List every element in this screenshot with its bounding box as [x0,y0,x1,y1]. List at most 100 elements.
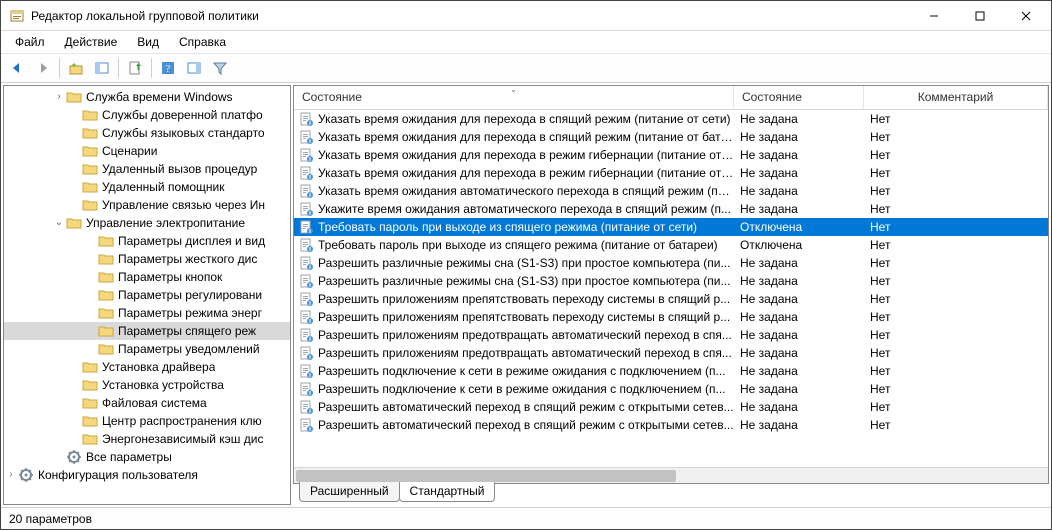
tree-item[interactable]: Установка устройства [4,376,290,394]
show-hide-tree-button[interactable] [90,56,114,80]
policy-name: Разрешить приложениям препятствовать пер… [318,310,730,324]
policy-name: Указать время ожидания для перехода в сп… [318,112,731,126]
tree-item[interactable]: Установка драйвера [4,358,290,376]
menu-action[interactable]: Действие [55,33,128,51]
policy-icon [298,345,314,361]
caret-icon[interactable] [52,218,66,228]
tree-item[interactable]: Параметры регулировани [4,286,290,304]
policy-row[interactable]: Разрешить приложениям предотвращать авто… [294,344,1048,362]
policy-row[interactable]: Указать время ожидания для перехода в сп… [294,128,1048,146]
policy-row[interactable]: Укажите время ожидания автоматического п… [294,200,1048,218]
policy-row[interactable]: Требовать пароль при выходе из спящего р… [294,218,1048,236]
tree-item[interactable]: Параметры уведомлений [4,340,290,358]
tree-item[interactable]: Управление связью через Ин [4,196,290,214]
policy-row[interactable]: Разрешить различные режимы сна (S1-S3) п… [294,254,1048,272]
policy-row[interactable]: Разрешить подключение к сети в режиме ож… [294,380,1048,398]
tree-item[interactable]: Параметры режима энерг [4,304,290,322]
column-name[interactable]: Состояние ⌄ [294,86,734,109]
policy-row[interactable]: Требовать пароль при выходе из спящего р… [294,236,1048,254]
minimize-button[interactable] [911,1,957,31]
column-state[interactable]: Состояние [734,86,864,109]
tree-item[interactable]: Параметры кнопок [4,268,290,286]
folder-icon [66,215,82,231]
policy-icon [298,201,314,217]
tree-item[interactable]: Сценарии [4,142,290,160]
statusbar: 20 параметров [1,507,1051,529]
tree-item[interactable]: Центр распространения клю [4,412,290,430]
tree-item-label: Установка драйвера [102,360,215,374]
back-button[interactable] [5,56,29,80]
tab-standard[interactable]: Стандартный [399,482,496,502]
content-area: Служба времени Windows Службы доверенной … [1,83,1051,507]
filter-button[interactable] [208,56,232,80]
tree-item-label: Управление электропитание [86,216,245,230]
policy-state: Не задана [734,112,864,126]
column-comment[interactable]: Комментарий [864,86,1048,109]
horizontal-scrollbar[interactable] [294,467,1048,483]
show-hide-actions-button[interactable] [182,56,206,80]
menu-view[interactable]: Вид [127,33,169,51]
tree-item[interactable]: Удаленный помощник [4,178,290,196]
tree-item[interactable]: Управление электропитание [4,214,290,232]
caret-icon[interactable] [4,470,18,480]
maximize-button[interactable] [957,1,1003,31]
policy-name: Разрешить различные режимы сна (S1-S3) п… [318,274,730,288]
forward-button[interactable] [31,56,55,80]
tree-item-label: Удаленный вызов процедур [102,162,257,176]
policy-row[interactable]: Указать время ожидания автоматического п… [294,182,1048,200]
tree-item[interactable]: Параметры спящего реж [4,322,290,340]
tree-item[interactable]: Все параметры [4,448,290,466]
policy-comment: Нет [864,130,1048,144]
tree-scroll[interactable]: Служба времени Windows Службы доверенной … [4,86,290,504]
policy-row[interactable]: Разрешить автоматический переход в спящи… [294,416,1048,434]
policy-name: Разрешить подключение к сети в режиме ож… [318,382,726,396]
tree-item[interactable]: Службы доверенной платфо [4,106,290,124]
grid-body[interactable]: Указать время ожидания для перехода в сп… [294,110,1048,467]
tree-item[interactable]: Службы языковых стандарто [4,124,290,142]
tree-item-label: Служба времени Windows [86,90,233,104]
folder-icon [82,161,98,177]
policy-row[interactable]: Указать время ожидания для перехода в ре… [294,164,1048,182]
policy-row[interactable]: Разрешить приложениям предотвращать авто… [294,326,1048,344]
help-button[interactable]: ? [156,56,180,80]
tree-item-label: Управление связью через Ин [102,198,265,212]
caret-icon[interactable] [52,92,66,102]
policy-icon [298,183,314,199]
policy-icon [298,417,314,433]
menu-file[interactable]: Файл [5,33,55,51]
policy-row[interactable]: Разрешить различные режимы сна (S1-S3) п… [294,272,1048,290]
menu-help[interactable]: Справка [169,33,236,51]
tree-item[interactable]: Конфигурация пользователя [4,466,290,484]
policy-name: Требовать пароль при выходе из спящего р… [318,238,718,252]
policy-icon [298,237,314,253]
tree-item-label: Параметры дисплея и вид [118,234,265,248]
policy-state: Не задана [734,418,864,432]
tree-item[interactable]: Служба времени Windows [4,88,290,106]
policy-state: Не задана [734,328,864,342]
export-list-button[interactable] [123,56,147,80]
policy-icon [298,255,314,271]
policy-row[interactable]: Указать время ожидания для перехода в ре… [294,146,1048,164]
policy-name: Разрешить автоматический переход в спящи… [318,400,734,414]
policy-icon [298,165,314,181]
policy-name: Разрешить различные режимы сна (S1-S3) п… [318,256,730,270]
tree-item[interactable]: Файловая система [4,394,290,412]
tab-extended[interactable]: Расширенный [299,482,400,502]
policy-comment: Нет [864,346,1048,360]
policy-state: Не задана [734,400,864,414]
tree-item[interactable]: Энергонезависимый кэш дис [4,430,290,448]
policy-state: Не задана [734,166,864,180]
tree-item[interactable]: Удаленный вызов процедур [4,160,290,178]
policy-row[interactable]: Разрешить автоматический переход в спящи… [294,398,1048,416]
policy-row[interactable]: Разрешить подключение к сети в режиме ож… [294,362,1048,380]
tree-item-label: Параметры спящего реж [118,324,256,338]
policy-row[interactable]: Разрешить приложениям препятствовать пер… [294,308,1048,326]
policy-row[interactable]: Разрешить приложениям препятствовать пер… [294,290,1048,308]
tree-item[interactable]: Параметры жесткого дис [4,250,290,268]
tree-item-label: Энергонезависимый кэш дис [102,432,263,446]
close-button[interactable] [1003,1,1049,31]
policy-row[interactable]: Указать время ожидания для перехода в сп… [294,110,1048,128]
policy-comment: Нет [864,328,1048,342]
up-button[interactable] [64,56,88,80]
tree-item[interactable]: Параметры дисплея и вид [4,232,290,250]
